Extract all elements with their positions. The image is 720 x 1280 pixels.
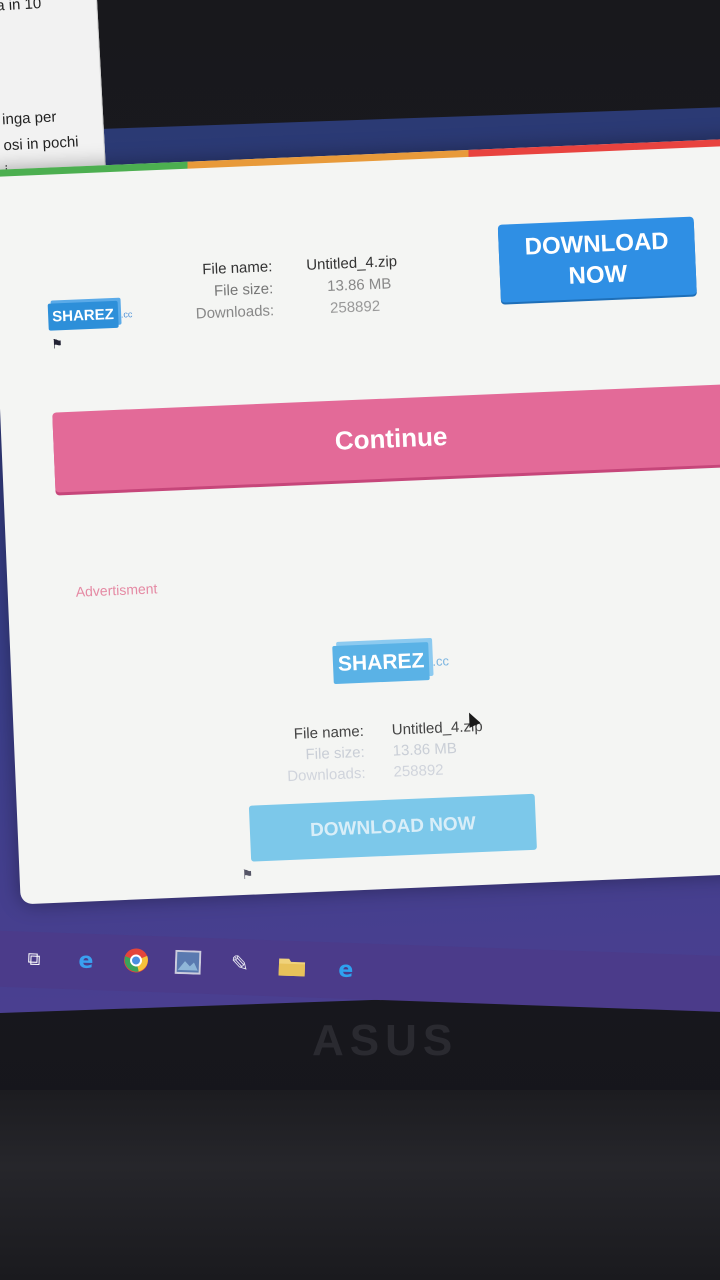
ad-logo-text: SHAREZ bbox=[332, 642, 431, 685]
file-info: File name: Untitled_4.zip File size: 13.… bbox=[184, 251, 399, 326]
download-now-line1: DOWNLOAD bbox=[524, 227, 670, 261]
download-now-line2: NOW bbox=[568, 260, 628, 290]
sharez-logo[interactable]: SHAREZ .cc bbox=[47, 300, 133, 331]
background-window-line: osi in pochi bbox=[3, 133, 79, 155]
ad-flag-icon: ⚑ bbox=[241, 867, 254, 884]
logo-suffix: .cc bbox=[120, 308, 133, 320]
photo-scene: a in 10 inga per osi in pochi i ⇱ SHAREZ… bbox=[0, 0, 720, 1280]
flag-icon: ⚑ bbox=[51, 337, 64, 353]
chrome-icon[interactable] bbox=[121, 945, 152, 976]
continue-button[interactable]: Continue bbox=[52, 384, 720, 493]
ad-download-now-label: DOWNLOAD NOW bbox=[309, 813, 477, 842]
ad-file-size-value: 13.86 MB bbox=[392, 739, 458, 760]
paint-icon[interactable]: ✎ bbox=[224, 949, 255, 980]
file-explorer-icon[interactable] bbox=[276, 950, 307, 981]
edge-icon[interactable]: e bbox=[70, 945, 101, 976]
file-size-value: 13.86 MB bbox=[326, 275, 392, 295]
laptop-keyboard-area bbox=[0, 1090, 720, 1280]
ad-downloads-label: Downloads: bbox=[286, 764, 366, 786]
ad-sharez-logo[interactable]: SHAREZ .cc bbox=[332, 641, 450, 685]
background-window-line: a in 10 bbox=[0, 0, 42, 15]
ad-logo-suffix: .cc bbox=[431, 652, 450, 669]
continue-label: Continue bbox=[334, 420, 448, 456]
downloads-label: Downloads: bbox=[195, 302, 275, 323]
task-view-icon[interactable]: ⧉ bbox=[19, 943, 50, 974]
advertisement-label: Advertisment bbox=[75, 580, 158, 600]
ad-file-info: File name: Untitled_4.zip File size: 13.… bbox=[275, 716, 484, 788]
logo-text: SHAREZ bbox=[47, 300, 119, 331]
ad-downloads-value: 258892 bbox=[393, 761, 444, 781]
background-window-line: inga per bbox=[1, 108, 57, 129]
bezel-brand-logo: ASUS bbox=[312, 1016, 459, 1065]
internet-explorer-icon[interactable]: e bbox=[330, 954, 361, 985]
downloads-value: 258892 bbox=[329, 297, 381, 317]
download-now-button[interactable]: DOWNLOAD NOW bbox=[497, 216, 697, 303]
photo-icon[interactable] bbox=[172, 947, 203, 978]
download-page-window: SHAREZ .cc ⚑ File name: Untitled_4.zip F… bbox=[0, 138, 720, 905]
ad-download-now-button[interactable]: DOWNLOAD NOW bbox=[248, 793, 537, 862]
